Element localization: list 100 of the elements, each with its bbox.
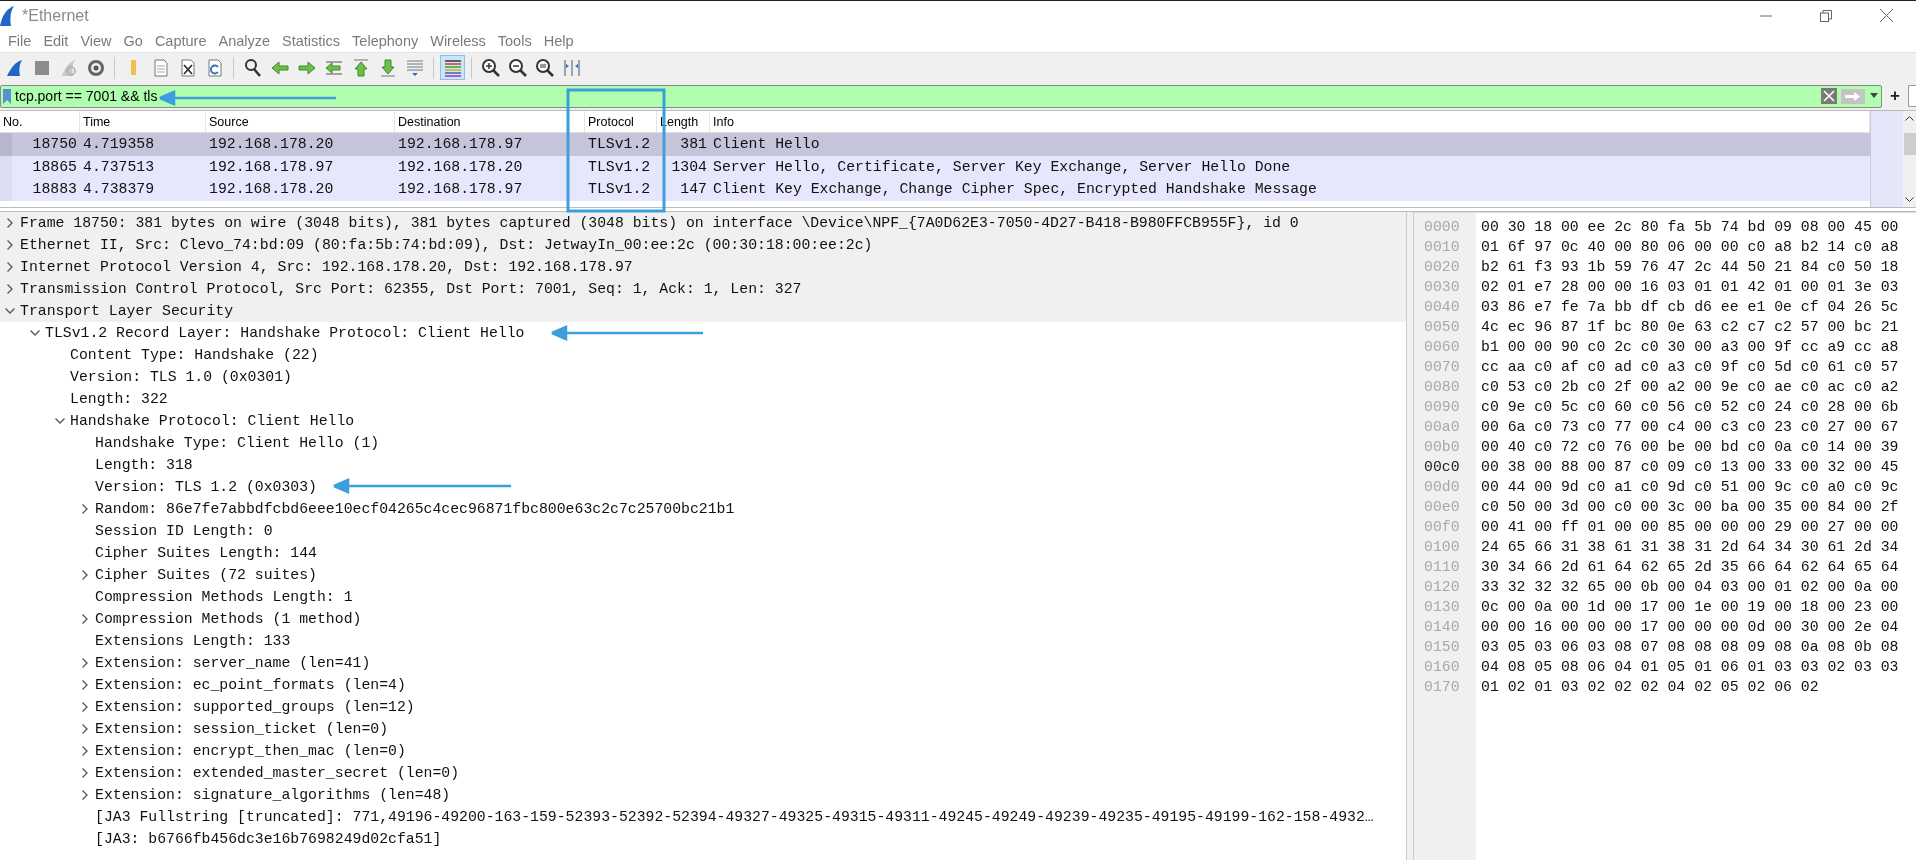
packet-row[interactable]: 18883 4.738379 192.168.178.20 192.168.178.97 TLSv1.2 147 Client Key Exchange, Change Cipher Spec, Encrypted Handshake Message: [0, 178, 1870, 201]
hex-offset: 0020: [1423, 258, 1461, 277]
gear-icon: [85, 57, 106, 78]
hex-bytes: 5b 74 bd 09 08 00 45 00: [1694, 218, 1899, 237]
tree-row[interactable]: Ethernet II, Src: Clevo_74:bd:09 (80:fa:5b:74:bd:09), Dst: JetwayIn_00:ee:2c (00:30:18:00:ee:2c): [0, 234, 1406, 256]
menu-item[interactable]: Analyze: [212, 33, 277, 49]
hex-bytes: 2d 35 66 64 62 64 65 64: [1694, 558, 1899, 577]
table-cell-text: TLSv1.2: [587, 157, 652, 177]
hex-bytes: 00 c3 c0 23 c0 27 00 67: [1694, 418, 1899, 437]
table-cell-text: 192.168.178.20: [208, 135, 335, 154]
packet-row[interactable]: 18865 4.737513 192.168.178.97 192.168.178.20 TLSv1.2 1304 Server Hello, Certificate, Server Key Exchange, Server Hello Done: [0, 155, 1870, 178]
menu-item[interactable]: Wireless: [424, 33, 492, 49]
hex-bytes: 1e 00 19 00 18 00 23 00: [1694, 598, 1899, 617]
hex-bytes: 03 05 03 06 03 08 07 08: [1481, 638, 1686, 657]
hex-bytes: 04 08 05 08 06 04 01 05: [1481, 658, 1686, 677]
table-cell-text: 1304: [670, 157, 708, 177]
hex-offset: 0070: [1423, 358, 1461, 377]
clear-icon: [1821, 88, 1838, 104]
splitter-handle[interactable]: [1406, 212, 1414, 860]
tree-item-label: Extension: extended_master_secret (len=0): [95, 765, 460, 781]
tree-item-label: Extension: encrypt_then_mac (len=0): [95, 743, 406, 759]
tree-item-label: Transmission Control Protocol, Src Port: 62355, Dst Port: 7001, Seq: 1, Ack: 1, Len: 327: [20, 281, 802, 297]
hex-offset: 00d0: [1423, 478, 1461, 497]
scrollbar-thumb[interactable]: [1904, 133, 1916, 155]
display-filter-field[interactable]: tcp.port == 7001 && tls: [0, 84, 1883, 108]
hex-bytes: 00 00 0d 00 30 00 2e 04: [1694, 618, 1899, 637]
tree-item-label: TLSv1.2 Record Layer: Handshake Protocol: Client Hello: [45, 325, 525, 341]
hex-bytes: 00 41 00 ff 01 00 00 85: [1481, 518, 1686, 537]
tree-item-label: Extensions Length: 133: [95, 633, 291, 649]
chevron-up-icon[interactable]: [1905, 115, 1914, 121]
menu-item[interactable]: View: [74, 33, 118, 49]
hex-offset: 00c0: [1423, 458, 1461, 477]
menu-item[interactable]: Telephony: [346, 33, 425, 49]
tree-row[interactable]: Transport Layer Security: [0, 300, 1406, 322]
add-filter-button[interactable]: +: [1886, 86, 1904, 106]
table-cell-text: 4.737513: [82, 157, 156, 177]
menu-item[interactable]: Go: [117, 33, 149, 49]
tree-item-label: [JA3 Fullstring [truncated]: 771,49196-49200-163-159-52393-52392-52394-49327-49325-49315-49311-49245-49249-49239-49235-49195-49199-162-158-4932…: [95, 809, 1374, 825]
table-cell-text: 18865: [31, 157, 78, 177]
hex-bytes: 01 01 42 01 00 01 3e 03: [1694, 278, 1899, 297]
hex-bytes: 2c 44 50 21 84 c0 50 18: [1694, 258, 1899, 277]
zoom-in-icon: [480, 57, 501, 78]
table-cell-text: 18750: [31, 135, 78, 154]
hex-bytes: 0c 00 0a 00 1d 00 17 00: [1481, 598, 1686, 617]
hex-bytes: c0 13 00 33 00 32 00 45: [1694, 458, 1899, 477]
close-icon: [1879, 9, 1893, 22]
hex-offset: 0090: [1423, 398, 1461, 417]
packet-row[interactable]: 18750 4.719358 192.168.178.20 192.168.178.97 TLSv1.2 381 Client Hello: [0, 133, 1870, 156]
hex-offset: 0170: [1423, 678, 1461, 697]
menu-item[interactable]: Edit: [37, 33, 75, 49]
tree-item-label: Length: 318: [95, 457, 193, 473]
menu-item[interactable]: Tools: [491, 33, 538, 49]
hex-bytes: 24 65 66 31 38 61 31 38: [1481, 538, 1686, 557]
tree-item-label: Extension: session_ticket (len=0): [95, 721, 389, 737]
hex-bytes: c0 52 c0 24 c0 28 00 6b: [1694, 398, 1899, 417]
tree-item-label: Random: 86e7fe7abbdfcbd6eee10ecf04265c4cec96871fbc800e63c2c7c25700bc21b1: [95, 501, 735, 517]
hex-bytes: c0 9f c0 5d c0 61 c0 57: [1694, 358, 1899, 377]
tree-row[interactable]: Frame 18750: 381 bytes on wire (3048 bits), 381 bytes captured (3048 bits) on interface \Device\NPF_{7A0D62E3-7050-4D27-B418-B980FFCB955F}, id 0: [0, 212, 1406, 234]
hex-offset: 0110: [1423, 558, 1461, 577]
table-cell-text: 147: [679, 180, 708, 199]
hex-bytes: 00 9e c0 ae c0 ac c0 a2: [1694, 378, 1899, 397]
chevron-down-icon[interactable]: [1905, 197, 1914, 203]
display-filter-input[interactable]: tcp.port == 7001 && tls: [11, 88, 1820, 104]
clear-button[interactable]: [1819, 86, 1840, 106]
hex-offset: 0100: [1423, 538, 1461, 557]
scrollbar[interactable]: [1903, 111, 1916, 207]
bookmark-icon[interactable]: [3, 88, 11, 104]
hex-bytes: 00 40 c0 72 c0 76 00 be: [1481, 438, 1686, 457]
fin-icon: [4, 57, 25, 78]
hex-offset: 00b0: [1423, 438, 1461, 457]
table-cell-text: 4.719358: [82, 135, 156, 154]
column-header[interactable]: Protocol: [585, 111, 657, 132]
table-cell-text: Client Hello: [712, 135, 821, 154]
column-header[interactable]: Time: [80, 111, 206, 132]
folder-icon: [130, 59, 137, 76]
tree-row[interactable]: Transmission Control Protocol, Src Port: 62355, Dst Port: 7001, Seq: 1, Ack: 1, Len: 327: [0, 278, 1406, 300]
hex-bytes: 00 30 18 00 ee 2c 80 fa: [1481, 218, 1686, 237]
menu-item[interactable]: File: [2, 33, 38, 49]
column-header[interactable]: Source: [206, 111, 395, 132]
hex-bytes: 33 32 32 32 65 00 0b 00: [1481, 578, 1686, 597]
table-cell-text: Server Hello, Certificate, Server Key Exchange, Server Hello Done: [712, 157, 1292, 177]
hex-bytes: 02 01 e7 28 00 00 16 03: [1481, 278, 1686, 297]
filter-button[interactable]: [1908, 85, 1916, 107]
column-header[interactable]: Destination: [395, 111, 585, 132]
column-header[interactable]: No.: [0, 111, 80, 132]
hex-bytes: 01 02 01 03 02 02 02 04: [1481, 678, 1686, 697]
tree-row[interactable]: Internet Protocol Version 4, Src: 192.168.178.20, Dst: 192.168.178.97: [0, 256, 1406, 278]
hex-bytes: 01 6f 97 0c 40 00 80 06: [1481, 238, 1686, 257]
hex-offset: 0080: [1423, 378, 1461, 397]
hex-offset: 0000: [1423, 218, 1461, 237]
hex-bytes: 01 06 01 03 03 02 03 03: [1694, 658, 1899, 677]
menu-item[interactable]: Help: [537, 33, 580, 49]
tree-item-label: Compression Methods (1 method): [95, 611, 362, 627]
hex-bytes: c0 51 00 9c c0 a0 c0 9c: [1694, 478, 1899, 497]
tree-item-label: Session ID Length: 0: [95, 523, 273, 539]
tree-item-label: Ethernet II, Src: Clevo_74:bd:09 (80:fa:5b:74:bd:09), Dst: JetwayIn_00:ee:2c (00:30:18:00:ee:2c): [20, 237, 873, 253]
table-cell-text: 192.168.178.97: [397, 180, 524, 199]
menu-item[interactable]: Capture: [148, 33, 213, 49]
menu-item[interactable]: Statistics: [276, 33, 347, 49]
hex-offset: 0120: [1423, 578, 1461, 597]
